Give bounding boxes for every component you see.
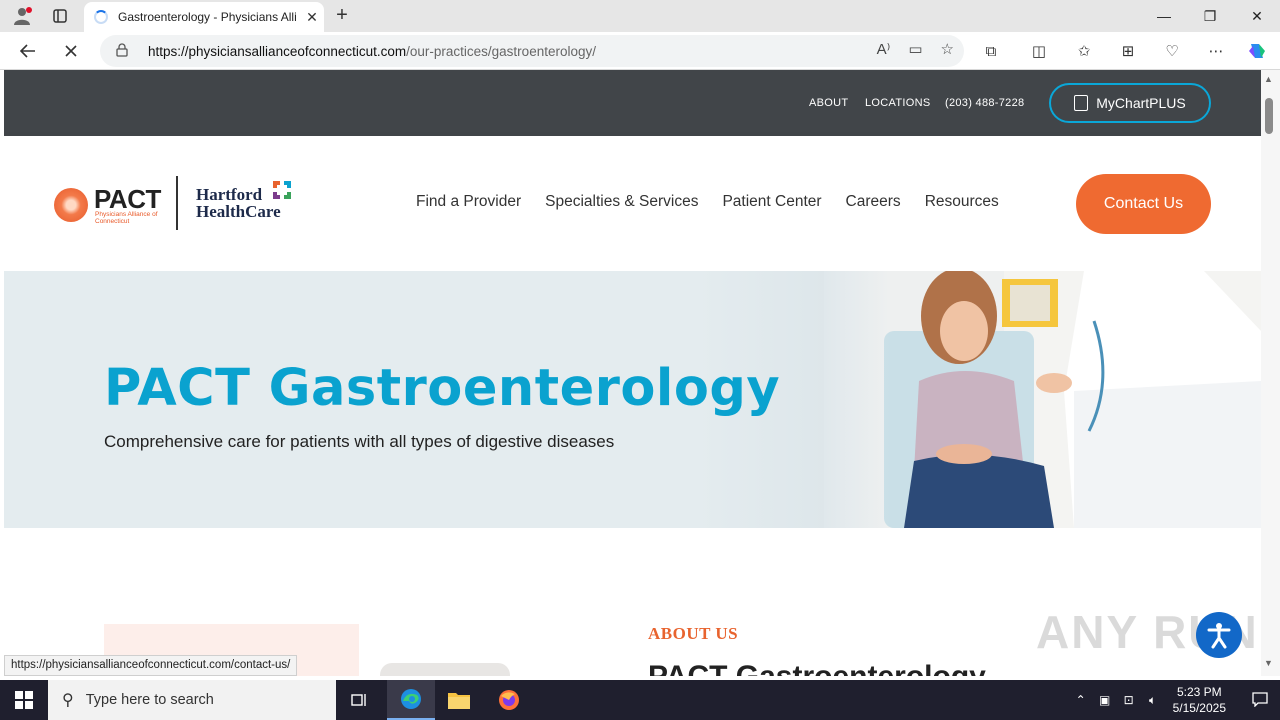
new-tab-button[interactable]: +: [330, 4, 354, 28]
taskbar-file-explorer[interactable]: [435, 680, 483, 720]
locations-link[interactable]: LOCATIONS: [865, 97, 930, 109]
page-scrollbar[interactable]: ▲ ▼: [1261, 70, 1280, 676]
edge-icon: [401, 689, 421, 709]
read-aloud-icon[interactable]: A⁾: [877, 40, 891, 58]
clipboard-icon: [1074, 95, 1089, 111]
favorite-star-icon[interactable]: ☆: [941, 40, 954, 58]
logo-hhc-text: Hartford HealthCare: [196, 185, 281, 221]
phone-link[interactable]: (203) 488-7228: [945, 97, 1024, 109]
clock[interactable]: 5:23 PM 5/15/2025: [1173, 684, 1226, 716]
utility-bar: ABOUT LOCATIONS (203) 488-7228 MyChartPL…: [4, 70, 1261, 136]
browser-essentials-icon[interactable]: ♡: [1160, 39, 1184, 63]
volume-icon[interactable]: 🔈︎: [1141, 693, 1165, 708]
taskbar-search-placeholder: Type here to search: [85, 692, 214, 708]
main-navigation: PACT Physicians Alliance of Connecticut …: [4, 136, 1261, 271]
extensions-icon[interactable]: ⧉: [979, 39, 1003, 63]
clock-date: 5/15/2025: [1172, 701, 1226, 715]
immersive-reader-icon[interactable]: ▭: [908, 40, 922, 58]
tab-gastroenterology[interactable]: Gastroenterology - Physicians Alli ✕: [84, 2, 324, 32]
nav-links: Find a Provider Specialties & Services P…: [416, 193, 1023, 211]
contact-us-button[interactable]: Contact Us: [1076, 174, 1211, 234]
browser-toolbar: https://physiciansallianceofconnecticut.…: [0, 32, 1280, 70]
copilot-icon[interactable]: [1245, 39, 1269, 63]
nav-patient-center[interactable]: Patient Center: [722, 193, 821, 211]
tab-close-icon[interactable]: ✕: [300, 9, 324, 26]
address-bar[interactable]: https://physiciansallianceofconnecticut.…: [100, 35, 964, 67]
back-button[interactable]: [14, 37, 42, 65]
url-host: https://physiciansallianceofconnecticut.…: [148, 43, 407, 59]
loading-spinner-icon: [94, 10, 108, 24]
minimize-button[interactable]: —: [1141, 0, 1187, 32]
notifications-icon[interactable]: [1240, 691, 1280, 710]
accessibility-person-icon: [1207, 623, 1231, 649]
logo-divider: [176, 176, 178, 230]
hero-photo-patient-doctor: [824, 271, 1261, 528]
mychart-label: MyChartPLUS: [1096, 95, 1186, 111]
windows-taskbar: ⚲ Type here to search ⌃ ▣ ⊡ 🔈︎ 5:23 PM 5…: [0, 680, 1280, 720]
browser-tab-bar: Gastroenterology - Physicians Alli ✕ + —…: [0, 0, 1280, 32]
lock-icon: [116, 42, 132, 60]
hhc-logo-mark-icon: [273, 181, 291, 199]
url-path: /our-practices/gastroenterology/: [406, 43, 596, 59]
start-button[interactable]: [0, 680, 48, 720]
pact-sun-logo-icon: [54, 188, 88, 222]
tab-title: Gastroenterology - Physicians Alli: [118, 10, 297, 24]
scrollbar-thumb[interactable]: [1265, 98, 1273, 134]
nav-find-a-provider[interactable]: Find a Provider: [416, 193, 521, 211]
more-menu-icon[interactable]: ⋯: [1204, 39, 1228, 63]
nav-specialties-services[interactable]: Specialties & Services: [545, 193, 698, 211]
firefox-icon: [499, 690, 519, 710]
hero-title: PACT Gastroenterology: [104, 359, 781, 418]
favorites-icon[interactable]: ✩: [1072, 39, 1096, 63]
accessibility-button[interactable]: [1196, 612, 1242, 658]
taskbar-search[interactable]: ⚲ Type here to search: [48, 680, 336, 720]
tray-chevron-icon[interactable]: ⌃: [1069, 693, 1093, 707]
nav-resources[interactable]: Resources: [925, 193, 999, 211]
restore-button[interactable]: ❐: [1187, 0, 1233, 32]
about-image-accent: [380, 663, 510, 676]
tray-device-icon[interactable]: ▣: [1093, 693, 1117, 707]
task-view-button[interactable]: [336, 680, 384, 720]
mychart-button[interactable]: MyChartPLUS: [1049, 83, 1211, 123]
clock-time: 5:23 PM: [1176, 685, 1222, 699]
task-view-icon: [351, 694, 366, 706]
network-icon[interactable]: ⊡: [1117, 693, 1141, 707]
folder-icon: [448, 693, 470, 709]
close-window-button[interactable]: ✕: [1234, 0, 1280, 32]
hero-subtitle: Comprehensive care for patients with all…: [104, 432, 615, 451]
nav-careers[interactable]: Careers: [846, 193, 901, 211]
stop-loading-button[interactable]: [57, 37, 85, 65]
scroll-up-arrow-icon[interactable]: ▲: [1264, 74, 1273, 84]
profile-icon[interactable]: [8, 4, 36, 28]
tab-actions-icon[interactable]: [46, 4, 74, 28]
site-logo[interactable]: PACT Physicians Alliance of Connecticut …: [52, 176, 302, 232]
about-link[interactable]: ABOUT: [809, 97, 848, 109]
split-screen-icon[interactable]: ◫: [1027, 39, 1051, 63]
taskbar-edge[interactable]: [387, 680, 435, 720]
taskbar-firefox[interactable]: [485, 680, 533, 720]
search-icon: ⚲: [62, 692, 74, 709]
web-page: ABOUT LOCATIONS (203) 488-7228 MyChartPL…: [4, 70, 1261, 676]
hero-banner: PACT Gastroenterology Comprehensive care…: [4, 271, 1261, 528]
about-heading: PACT Gastroenterology: [648, 660, 986, 676]
about-us-label: ABOUT US: [648, 624, 739, 643]
windows-logo-icon: [15, 691, 33, 709]
logo-pact-subtitle: Physicians Alliance of Connecticut: [95, 211, 158, 225]
status-bar-url: https://physiciansallianceofconnecticut.…: [4, 655, 298, 676]
scroll-down-arrow-icon[interactable]: ▼: [1264, 658, 1273, 668]
collections-icon[interactable]: ⊞: [1116, 39, 1140, 63]
system-tray: ⌃ ▣ ⊡ 🔈︎ 5:23 PM 5/15/2025: [1069, 680, 1280, 720]
